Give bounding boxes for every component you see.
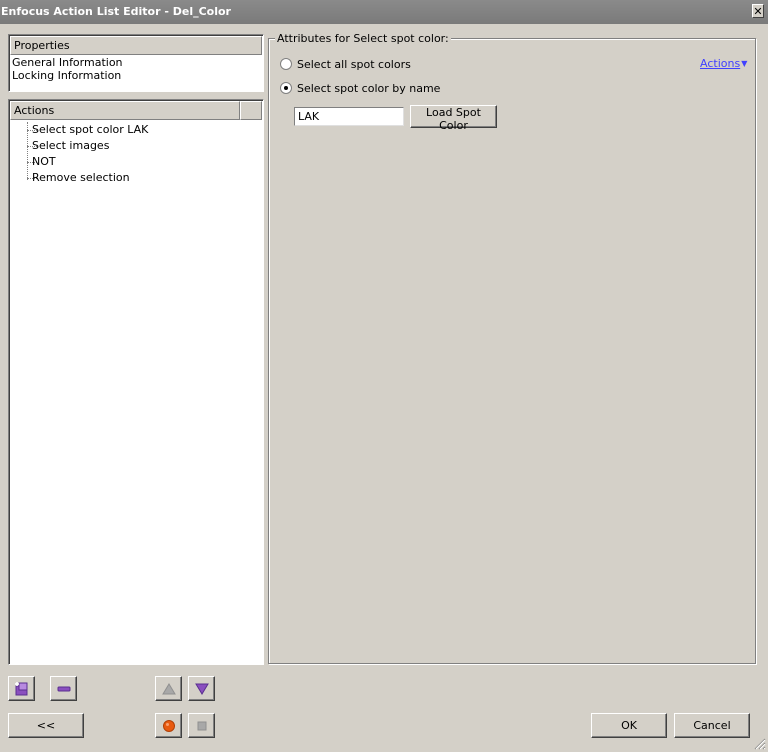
collapse-button[interactable]: <<	[8, 713, 84, 738]
action-item-select-spot-color[interactable]: Select spot color LAK	[32, 123, 148, 137]
list-item-general-information[interactable]: General Information	[12, 56, 123, 69]
move-down-icon	[194, 683, 209, 695]
record-button[interactable]	[155, 713, 182, 738]
radio-button-icon[interactable]	[280, 58, 292, 70]
stop-button[interactable]	[188, 713, 215, 738]
title-bar: Enfocus Action List Editor - Del_Color ✕	[0, 0, 768, 24]
attributes-groupbox	[268, 38, 756, 664]
properties-panel: Properties General Information Locking I…	[8, 34, 264, 92]
stop-icon	[197, 721, 206, 730]
attributes-group-title: Attributes for Select spot color:	[275, 32, 451, 46]
dropdown-caret-icon: ▼	[741, 59, 748, 68]
radio-select-spot-color-by-name[interactable]: Select spot color by name	[280, 82, 440, 96]
move-up-button[interactable]	[155, 676, 182, 701]
record-icon	[162, 719, 175, 732]
action-item-select-images[interactable]: Select images	[32, 139, 109, 153]
actions-header-label: Actions	[14, 104, 55, 117]
radio-select-all-spot-colors[interactable]: Select all spot colors	[280, 58, 411, 72]
close-icon: ✕	[753, 5, 763, 18]
spot-color-name-input[interactable]	[294, 107, 404, 126]
actions-header: Actions	[10, 101, 240, 120]
add-action-icon	[14, 681, 27, 695]
radio-button-checked-icon[interactable]	[280, 82, 292, 94]
list-item-locking-information[interactable]: Locking Information	[12, 69, 121, 82]
remove-action-button[interactable]	[50, 676, 77, 701]
action-item-not[interactable]: NOT	[32, 155, 56, 169]
radio-label-by-name: Select spot color by name	[297, 82, 441, 95]
actions-panel: Actions Select spot color LAK Select ima…	[8, 99, 264, 665]
properties-header-label: Properties	[14, 39, 70, 52]
ok-button[interactable]: OK	[591, 713, 667, 738]
radio-label-all: Select all spot colors	[297, 58, 411, 71]
action-item-remove-selection[interactable]: Remove selection	[32, 171, 130, 185]
remove-action-icon	[57, 686, 70, 691]
close-button[interactable]: ✕	[752, 4, 764, 18]
add-action-button[interactable]	[8, 676, 35, 701]
actions-header-extra-column	[240, 101, 262, 120]
window-title: Enfocus Action List Editor - Del_Color	[1, 5, 231, 18]
cancel-button[interactable]: Cancel	[674, 713, 750, 738]
move-up-icon	[161, 682, 176, 694]
resize-grip-icon[interactable]	[754, 738, 766, 750]
load-spot-color-button[interactable]: Load Spot Color	[410, 105, 497, 132]
actions-menu-link[interactable]: Actions▼	[700, 57, 747, 71]
properties-header: Properties	[10, 36, 262, 55]
actions-link-label: Actions	[700, 57, 741, 70]
move-down-button[interactable]	[188, 676, 215, 701]
